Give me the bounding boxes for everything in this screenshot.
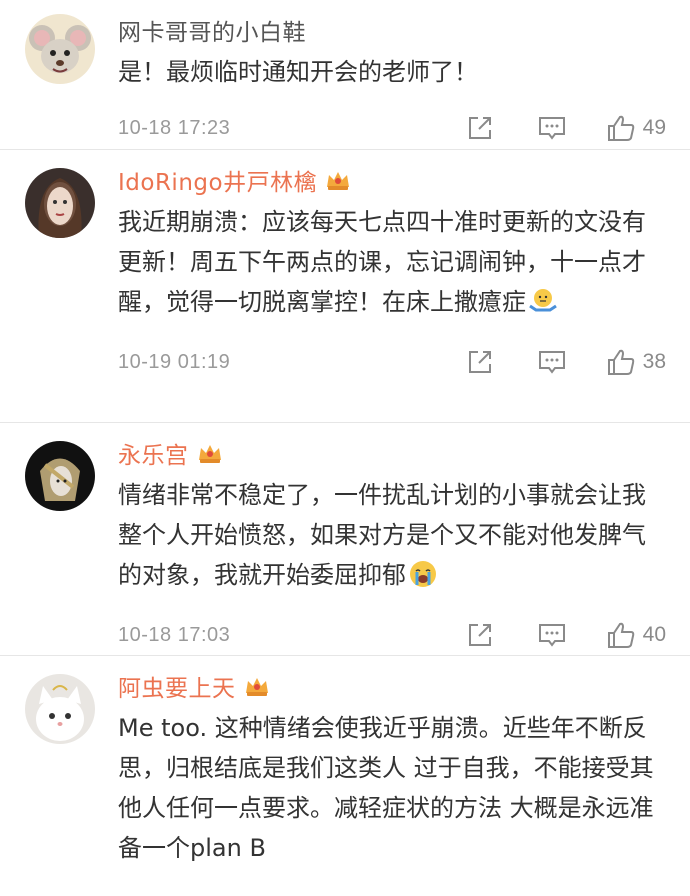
like-count: 40: [642, 623, 666, 646]
username[interactable]: 永乐宫: [118, 436, 189, 470]
like-count: 49: [642, 116, 666, 139]
share-icon: [468, 624, 491, 646]
comment-item: 阿虫要上天 Me too. 这种情绪会使我近乎崩溃。近些年不断反思，归根结底是我…: [0, 656, 690, 896]
like-count: 38: [642, 350, 666, 373]
like-button[interactable]: 40: [607, 621, 666, 649]
vip-crown-icon: [245, 678, 268, 696]
thumbs-up-icon: [607, 622, 634, 648]
reply-button[interactable]: [535, 622, 569, 648]
vip-crown-icon: [327, 172, 350, 190]
comment-text: 是！最烦临时通知开会的老师了！: [118, 58, 478, 86]
timestamp: 10-18 17:23: [118, 116, 231, 139]
timestamp: 10-19 01:19: [118, 350, 231, 373]
comment-text: Me too. 这种情绪会使我近乎崩溃。近些年不断反思，归根结底是我们这类人 过…: [118, 714, 654, 862]
thumbs-up-icon: [607, 115, 634, 141]
comment-icon: [538, 624, 565, 647]
comment-item: 永乐宫 情绪非常不稳定了，一件扰乱计划的小事就会让我整个人开始愤怒，如果对方是个…: [0, 423, 690, 656]
comment-feed: 网卡哥哥的小白鞋 是！最烦临时通知开会的老师了！ 10-18 17:23 49 …: [0, 0, 690, 896]
share-icon: [468, 351, 491, 373]
comment-item: 网卡哥哥的小白鞋 是！最烦临时通知开会的老师了！ 10-18 17:23 49: [0, 0, 690, 150]
comment-icon: [538, 117, 565, 140]
thumbs-up-icon: [607, 349, 634, 375]
reply-button[interactable]: [535, 115, 569, 141]
crying-emoji-icon: [410, 561, 436, 587]
like-button[interactable]: 38: [607, 348, 666, 376]
share-button[interactable]: [463, 622, 497, 648]
timestamp: 10-18 17:03: [118, 623, 231, 646]
like-button[interactable]: 49: [607, 114, 666, 142]
vip-crown-icon: [198, 445, 221, 463]
comment-icon: [538, 351, 565, 374]
share-button[interactable]: [463, 115, 497, 141]
avatar[interactable]: [25, 14, 95, 84]
avatar[interactable]: [25, 168, 95, 238]
comment-meta: 10-19 01:19 38: [118, 334, 666, 390]
avatar[interactable]: [25, 674, 95, 744]
share-icon: [468, 117, 491, 139]
shrug-emoji-icon: [529, 289, 557, 312]
comment-text: 情绪非常不稳定了，一件扰乱计划的小事就会让我整个人开始愤怒，如果对方是个又不能对…: [118, 481, 646, 589]
comment-meta: 10-18 17:03 40: [118, 607, 666, 663]
username[interactable]: IdoRingo井戸林檎: [118, 163, 317, 197]
comment-meta: 10-18 17:23 49: [118, 100, 666, 156]
username[interactable]: 网卡哥哥的小白鞋: [118, 13, 306, 47]
reply-button[interactable]: [535, 349, 569, 375]
username[interactable]: 阿虫要上天: [118, 669, 236, 703]
avatar[interactable]: [25, 441, 95, 511]
comment-item: IdoRingo井戸林檎 我近期崩溃：应该每天七点四十准时更新的文没有更新！周五…: [0, 150, 690, 423]
comment-text: 我近期崩溃：应该每天七点四十准时更新的文没有更新！周五下午两点的课，忘记调闹钟，…: [118, 208, 646, 316]
share-button[interactable]: [463, 349, 497, 375]
